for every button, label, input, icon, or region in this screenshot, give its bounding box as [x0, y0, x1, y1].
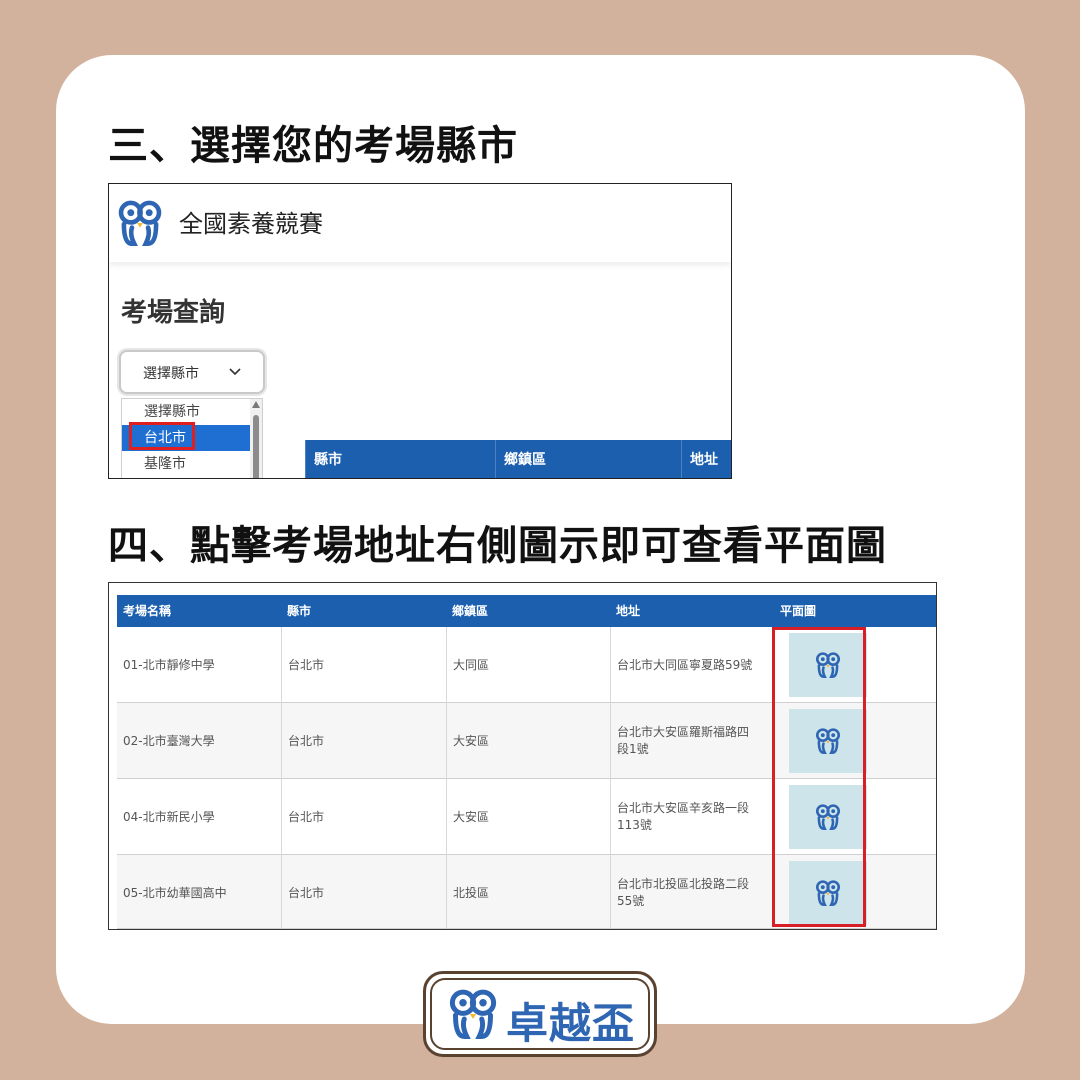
brand-name: 卓越盃: [506, 999, 636, 1048]
owl-logo-icon: [449, 989, 497, 1039]
cell-address: 台北市北投區北投路二段55號: [610, 855, 774, 929]
cell-venue-name: 04-北市新民小學: [123, 809, 215, 824]
cell-district: 北投區: [446, 855, 610, 929]
cell-district: 大安區: [446, 779, 610, 855]
page-title: 考場查詢: [121, 298, 226, 328]
header-address: 地址: [681, 440, 731, 478]
app-header: 全國素養競賽: [109, 184, 731, 262]
table-header: 考場名稱 縣市 鄉鎮區 地址 平面圖: [117, 595, 936, 627]
owl-logo-icon: [118, 200, 162, 246]
city-select[interactable]: 選擇縣市: [119, 350, 265, 394]
cell-city: 台北市: [281, 627, 446, 703]
dropdown-option[interactable]: 基隆市: [122, 451, 252, 477]
cell-district: 大安區: [446, 703, 610, 779]
app-title: 全國素養競賽: [179, 210, 323, 238]
cell-venue-name: 05-北市幼華國高中: [123, 885, 227, 900]
cell-venue-name: 02-北市臺灣大學: [123, 733, 215, 748]
scrollbar-thumb[interactable]: [253, 415, 259, 478]
floor-plan-highlight-box: [772, 627, 866, 927]
header-city: 縣市: [305, 440, 495, 478]
header-address: 地址: [616, 604, 641, 618]
scroll-up-arrow-icon[interactable]: [252, 401, 260, 408]
cell-address: 台北市大同區寧夏路59號: [610, 627, 774, 703]
city-select-value: 選擇縣市: [143, 366, 199, 382]
dropdown-scrollbar[interactable]: [250, 399, 262, 478]
table-header: 縣市 鄉鎮區 地址: [305, 440, 731, 478]
highlight-box: [129, 422, 195, 450]
header-city: 縣市: [287, 604, 312, 618]
cell-venue-name: 01-北市靜修中學: [123, 657, 215, 672]
header-floor-plan: 平面圖: [780, 604, 817, 618]
header-district: 鄉鎮區: [452, 604, 489, 618]
brand-badge: 卓越盃: [423, 971, 657, 1057]
screenshot-venue-query: 全國素養競賽 考場查詢 選擇縣市 選擇縣市 台北市 基隆市 縣市 鄉鎮區 地址: [108, 183, 732, 479]
step4-heading: 四、點擊考場地址右側圖示即可查看平面圖: [108, 523, 887, 569]
cell-city: 台北市: [281, 855, 446, 929]
header-district: 鄉鎮區: [495, 440, 681, 478]
cell-address: 台北市大安區羅斯福路四段1號: [610, 703, 774, 779]
cell-address: 台北市大安區辛亥路一段113號: [610, 779, 774, 855]
step3-heading: 三、選擇您的考場縣市: [108, 123, 518, 169]
cell-city: 台北市: [281, 703, 446, 779]
chevron-down-icon: [229, 368, 241, 376]
cell-city: 台北市: [281, 779, 446, 855]
cell-district: 大同區: [446, 627, 610, 703]
header-venue-name: 考場名稱: [123, 604, 172, 618]
